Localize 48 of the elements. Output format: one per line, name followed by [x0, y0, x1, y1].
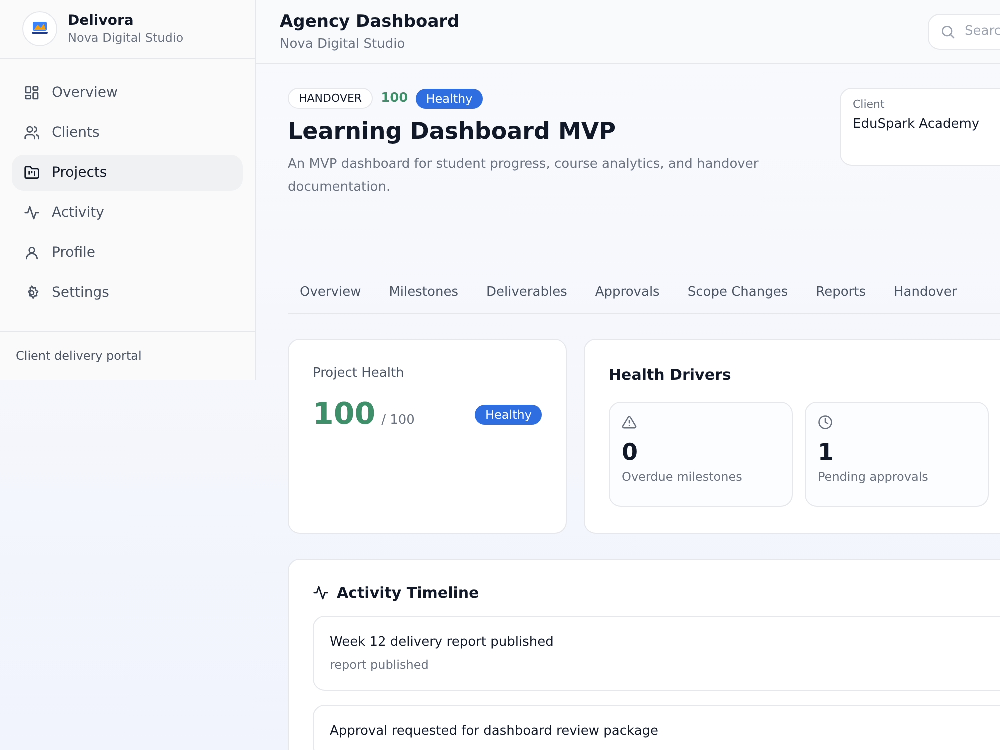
page-subtitle: Nova Digital Studio: [280, 36, 406, 52]
user-icon: [24, 245, 40, 261]
users-icon: [24, 125, 40, 141]
tab[interactable]: Handover: [882, 274, 970, 312]
sidebar-item[interactable]: Profile: [12, 235, 243, 271]
tab[interactable]: Deliverables: [474, 274, 580, 312]
driver-label: Overdue milestones: [622, 470, 744, 484]
tab[interactable]: Approvals: [583, 274, 672, 312]
driver-label: Pending approvals: [818, 470, 930, 484]
card-title: Activity Timeline: [337, 584, 480, 602]
tab[interactable]: Milestones: [377, 274, 470, 312]
stage-badge: HANDOVER: [288, 88, 374, 109]
project-title: Learning Dashboard MVP: [288, 119, 618, 145]
client-name: EduSpark Academy: [853, 117, 981, 132]
clock-icon: [818, 415, 833, 430]
health-score: 100: [313, 397, 376, 432]
brand-name: Delivora: [68, 13, 135, 29]
status-badge: Healthy: [416, 88, 483, 108]
tab[interactable]: Scope Changes: [676, 274, 800, 312]
sidebar-item[interactable]: Settings: [12, 275, 243, 311]
pulse-icon: [24, 205, 40, 221]
sidebar-item[interactable]: Projects: [12, 155, 243, 191]
event-title: Week 12 delivery report published: [330, 635, 555, 650]
event-detail: report published: [330, 658, 430, 672]
organization-name: Nova Digital Studio: [68, 31, 184, 45]
client-label: Client: [853, 98, 886, 111]
sidebar-footer: Client delivery portal: [0, 331, 255, 380]
status-badge: Healthy: [475, 404, 542, 424]
sidebar-item[interactable]: Overview: [12, 75, 243, 111]
card-title: Project Health: [313, 366, 406, 381]
driver-value: 0: [622, 440, 640, 466]
driver-value: 1: [818, 440, 836, 466]
tab[interactable]: Overview: [288, 274, 374, 312]
sidebar-item[interactable]: Clients: [12, 115, 243, 151]
logo-icon: [22, 11, 58, 47]
tab[interactable]: Reports: [804, 274, 878, 312]
score-max: / 100: [382, 413, 415, 428]
page-title: Agency Dashboard: [280, 12, 460, 32]
card-title: Health Drivers: [609, 366, 732, 384]
grid-icon: [24, 85, 40, 101]
sidebar-item[interactable]: Activity: [12, 195, 243, 231]
folder-icon: [24, 165, 40, 181]
warning-icon: [622, 415, 637, 430]
event-title: Approval requested for dashboard review package: [330, 724, 660, 739]
health-score: 100: [381, 91, 408, 106]
search-icon: [940, 24, 956, 40]
project-description: An MVP dashboard for student progress, course analytics, and handover documentation.: [288, 156, 760, 197]
pulse-icon: [313, 585, 329, 601]
